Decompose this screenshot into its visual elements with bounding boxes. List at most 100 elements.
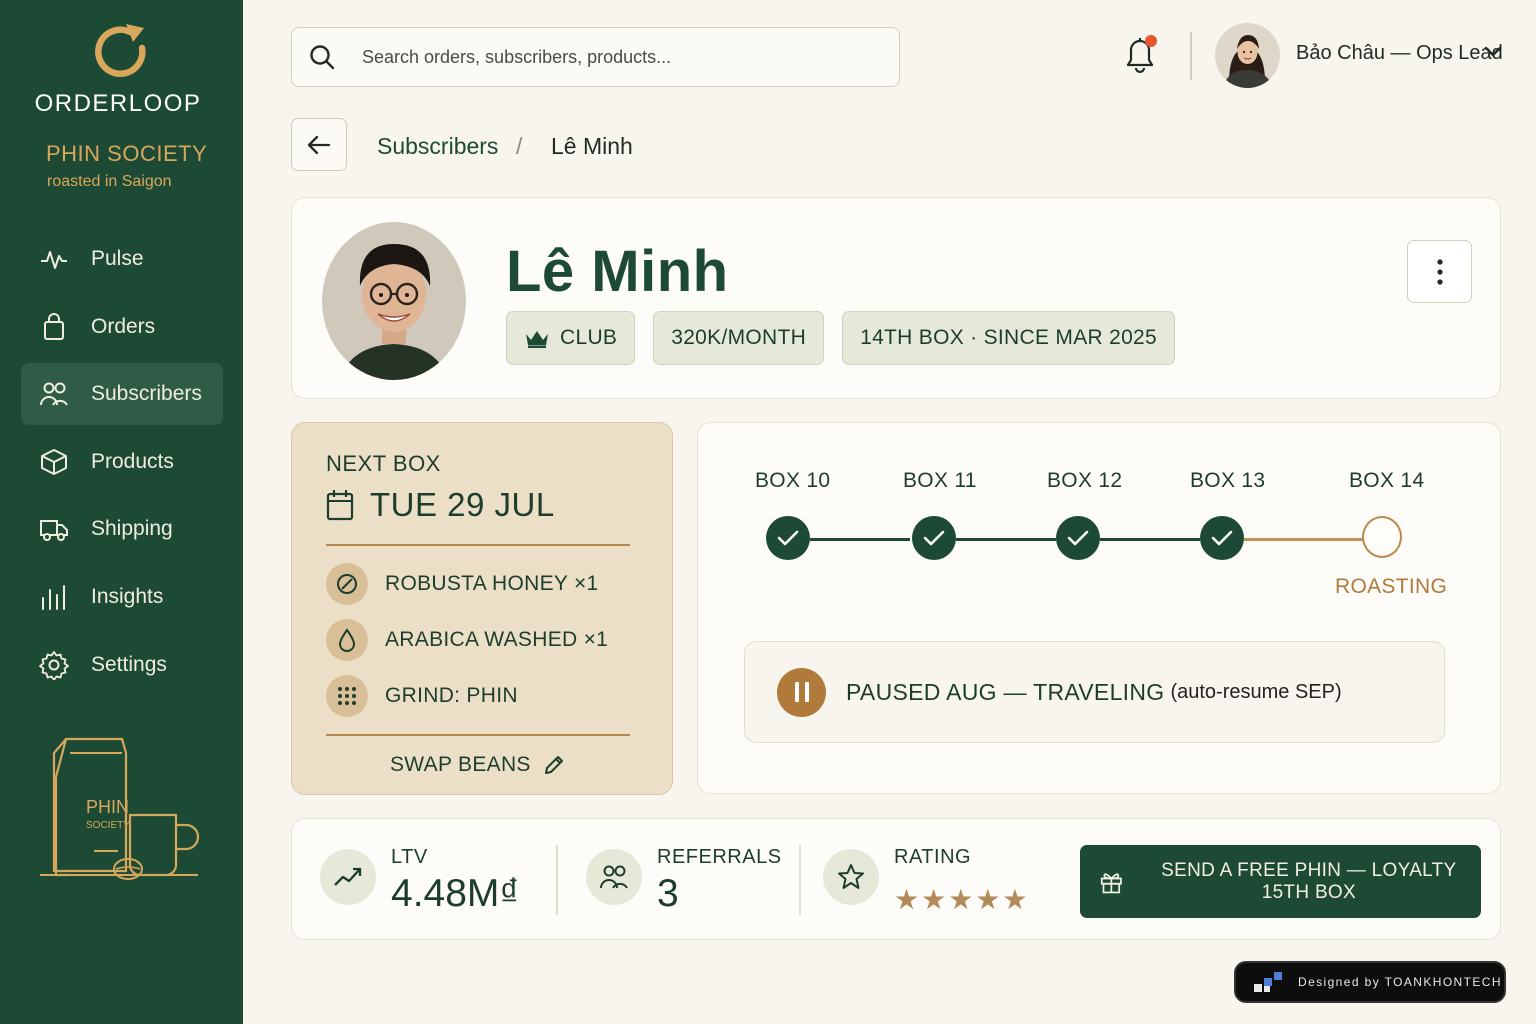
sidebar-item-label: Subscribers — [91, 382, 202, 406]
chevron-down-icon[interactable] — [1484, 46, 1502, 58]
referrals-label: REFERRALS — [657, 846, 782, 868]
ltv-icon-wrap — [320, 849, 376, 905]
next-box-date: TUE 29 JUL — [326, 486, 555, 524]
shop-name: PHIN SOCIETY — [46, 141, 208, 166]
divider — [556, 845, 558, 915]
bag-label-line2: SOCIETY — [86, 820, 130, 831]
tenure-badge: 14TH BOX · SINCE MAR 2025 — [842, 311, 1176, 365]
timeline-connector — [810, 538, 910, 541]
gift-icon — [1100, 872, 1122, 893]
swap-beans-button[interactable]: SWAP BEANS — [390, 753, 565, 777]
next-box-card: NEXT BOX TUE 29 JUL ROBUSTA HONEY ×1 ARA… — [291, 422, 673, 795]
profile-chips: CLUB 320K/MONTH 14TH BOX · SINCE MAR 202… — [506, 311, 1193, 365]
divider — [799, 845, 801, 915]
bell-icon — [1126, 35, 1157, 74]
star-outline-icon — [838, 864, 864, 889]
pause-notice: PAUSED AUG — TRAVELING (auto-resume SEP) — [744, 641, 1445, 743]
breadcrumb-current: Lê Minh — [551, 133, 633, 159]
search-icon — [310, 45, 335, 70]
sidebar-item-label: Shipping — [91, 517, 173, 541]
sidebar: ORDERLOOP PHIN SOCIETY roasted in Saigon… — [0, 0, 243, 1024]
box-item-grind: GRIND: PHIN — [326, 675, 518, 717]
sidebar-item-settings[interactable]: Settings — [21, 634, 223, 696]
users-icon — [40, 382, 68, 406]
sidebar-item-products[interactable]: Products — [21, 431, 223, 493]
sidebar-item-orders[interactable]: Orders — [21, 296, 223, 358]
drop-icon — [338, 628, 356, 652]
next-box-label: NEXT BOX — [326, 451, 441, 476]
pixel-logo-icon — [1254, 972, 1282, 992]
timeline-step-done[interactable] — [912, 516, 956, 560]
pause-icon — [794, 682, 809, 702]
timeline-label: BOX 13 — [1190, 469, 1266, 492]
designer-credit-badge: Designed by TOANKHONTECH — [1234, 961, 1506, 1003]
search-input[interactable] — [362, 46, 842, 68]
rating-stars: ★★★★★ — [894, 884, 1030, 915]
referrals-icon-wrap — [586, 849, 642, 905]
check-icon — [777, 530, 799, 546]
timeline-label: BOX 12 — [1047, 469, 1123, 492]
topbar-divider — [1190, 32, 1192, 80]
sidebar-item-label: Settings — [91, 652, 167, 676]
ltv-label: LTV — [391, 846, 428, 868]
box-item-label: ROBUSTA HONEY ×1 — [385, 572, 599, 595]
ltv-value: 4.48M₫ — [391, 872, 520, 915]
user-avatar[interactable] — [1215, 23, 1280, 88]
current-status: ROASTING — [1335, 575, 1448, 598]
grind-dots-icon — [338, 687, 356, 705]
arrow-left-icon — [307, 135, 331, 154]
sidebar-item-shipping[interactable]: Shipping — [21, 498, 223, 560]
sidebar-nav: Pulse Orders Subscribers Products Shippi… — [21, 228, 223, 701]
bag-icon — [44, 312, 64, 340]
sidebar-item-insights[interactable]: Insights — [21, 566, 223, 628]
sidebar-item-label: Orders — [91, 314, 156, 338]
coffee-bag-illustration: PHIN SOCIETY — [36, 733, 206, 890]
loop-logo-icon — [94, 24, 146, 77]
box-item-robusta: ROBUSTA HONEY ×1 — [326, 563, 599, 605]
send-free-phin-button[interactable]: SEND A FREE PHIN — LOYALTY 15TH BOX — [1080, 845, 1481, 918]
pause-resume-note: (auto-resume SEP) — [1170, 680, 1342, 703]
referrals-value: 3 — [657, 872, 679, 915]
tenure-label: 14TH BOX · SINCE MAR 2025 — [860, 326, 1158, 349]
pencil-icon — [544, 756, 563, 774]
trend-up-icon — [334, 867, 362, 886]
timeline-label: BOX 11 — [903, 469, 977, 492]
divider — [326, 544, 630, 546]
bar-chart-icon — [42, 584, 65, 610]
back-button[interactable] — [291, 118, 347, 171]
rating-label: RATING — [894, 846, 972, 868]
timeline-step-done[interactable] — [1056, 516, 1100, 560]
box-timeline-card: BOX 10 BOX 11 BOX 12 BOX 13 BOX 14 ROAST… — [697, 422, 1501, 794]
tier-label: CLUB — [560, 326, 618, 349]
sidebar-item-subscribers[interactable]: Subscribers — [21, 363, 223, 426]
shop-tagline: roasted in Saigon — [47, 173, 172, 190]
price-badge: 320K/MONTH — [653, 311, 825, 365]
timeline-step-done[interactable] — [766, 516, 810, 560]
subscriber-avatar — [322, 222, 466, 380]
breadcrumb-parent[interactable]: Subscribers — [377, 133, 498, 160]
breadcrumb-separator: / — [516, 133, 523, 159]
app-logo — [0, 22, 243, 89]
credit-text: Designed by TOANKHONTECH — [1298, 975, 1502, 989]
rating-icon-wrap — [823, 849, 879, 905]
timeline-step-current[interactable] — [1362, 516, 1402, 558]
more-options-button[interactable] — [1407, 240, 1472, 303]
sidebar-item-pulse[interactable]: Pulse — [21, 228, 223, 290]
tier-badge: CLUB — [506, 311, 636, 365]
gear-icon — [39, 650, 69, 680]
divider — [326, 734, 630, 736]
pause-button[interactable] — [777, 667, 826, 717]
box-item-label: ARABICA WASHED ×1 — [385, 628, 609, 651]
notification-dot — [1145, 35, 1157, 47]
sidebar-item-label: Pulse — [91, 247, 144, 270]
crown-icon — [526, 331, 548, 348]
user-name[interactable]: Bảo Châu — Ops Lead — [1296, 42, 1503, 65]
timeline-connector — [1100, 538, 1200, 541]
search-bar[interactable] — [291, 27, 900, 87]
timeline-step-done[interactable] — [1200, 516, 1244, 560]
notifications-button[interactable] — [1122, 33, 1158, 75]
users-icon — [600, 865, 628, 889]
timeline-connector — [1244, 538, 1364, 541]
next-box-date-text: TUE 29 JUL — [370, 486, 555, 523]
box-item-label: GRIND: PHIN — [385, 684, 518, 707]
